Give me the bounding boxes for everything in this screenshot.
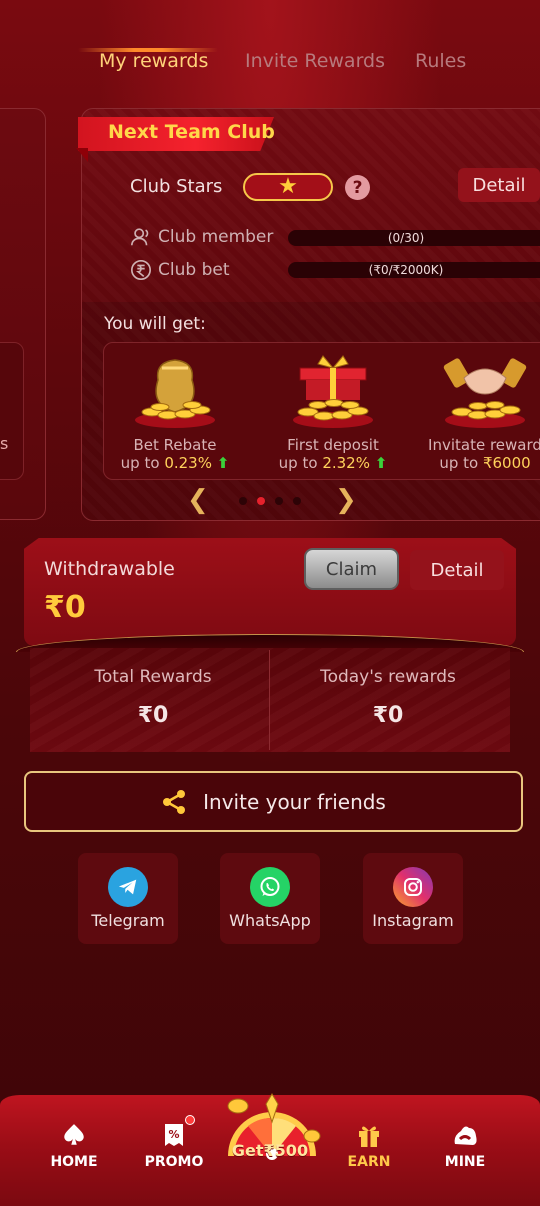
nav-get-bonus-label[interactable]: Get₹500 [222,1141,318,1160]
total-rewards-value: ₹0 [137,703,169,728]
total-rewards-label: Total Rewards [94,667,212,687]
invite-friends-button[interactable]: Invite your friends [24,771,523,832]
share-instagram-button[interactable]: Instagram [363,853,463,944]
gift-coins-icon [293,355,373,428]
nav-home-label: HOME [50,1154,98,1170]
reward-rate-value: 2.32% [322,454,370,472]
reward-rate: up to 2.32% ⬆ [268,454,398,472]
handshake-coins-icon [443,358,527,428]
whatsapp-label: WhatsApp [229,911,311,930]
withdrawable-label: Withdrawable [44,558,175,580]
club-stars-label: Club Stars [130,176,223,197]
instagram-label: Instagram [372,911,454,930]
club-member-progress-text: (0/30) [387,231,425,245]
withdrawable-amount: ₹0 [44,590,86,625]
club-bet-label: Club bet [158,260,230,280]
up-arrow-icon: ⬆ [216,454,230,472]
user-mine-icon [454,1126,477,1145]
pager-dot[interactable] [275,497,283,505]
spade-icon [64,1124,84,1145]
club-stars-badge: ★ [243,173,333,201]
share-whatsapp-button[interactable]: WhatsApp [220,853,320,944]
previous-club-partial-text: s [0,434,9,453]
reward-title: First deposit [287,436,379,454]
whatsapp-icon [250,867,290,907]
nav-mine[interactable]: MINE [425,1120,505,1170]
club-member-row: Club member [130,226,273,248]
coin-bag-icon [135,359,215,428]
pager-dot[interactable] [293,497,301,505]
club-bet-progress: (₹0/₹2000K) [288,262,540,278]
nav-earn[interactable]: EARN [329,1120,409,1170]
tab-invite-rewards[interactable]: Invite Rewards [245,50,385,72]
reward-title: Invitate reward [428,436,540,454]
reward-rate: up to ₹6000 [420,454,540,472]
telegram-icon [108,867,148,907]
nav-promo[interactable]: % PROMO [134,1120,214,1170]
club-member-progress: (0/30) [288,230,540,246]
withdraw-detail-button[interactable]: Detail [410,550,504,590]
reward-item-invite-reward: Invitate reward up to ₹6000 [420,350,540,472]
reward-rate-prefix: up to [278,454,318,472]
share-telegram-button[interactable]: Telegram [78,853,178,944]
reward-title: Bet Rebate [133,436,217,454]
club-bet-progress-text: (₹0/₹2000K) [368,263,444,277]
help-icon[interactable]: ? [345,175,370,200]
reward-rate-prefix: up to [439,454,479,472]
nav-earn-label: EARN [347,1154,391,1170]
reward-rate-value: ₹6000 [482,454,531,472]
pager-dot-active[interactable] [257,497,265,505]
you-will-get-heading: You will get: [104,314,206,334]
active-tab-indicator [78,48,218,52]
person-icon [131,228,149,246]
gift-icon [359,1126,379,1147]
previous-club-reward-strip [0,342,24,480]
reward-rate-prefix: up to [120,454,160,472]
share-icon [163,789,186,814]
rupee-coin-icon [131,260,151,280]
club-bet-row: Club bet [130,259,229,281]
tab-rules[interactable]: Rules [415,50,466,72]
tab-my-rewards[interactable]: My rewards [99,50,208,72]
club-title: Next Team Club [108,121,275,143]
claim-button[interactable]: Claim [304,548,399,590]
todays-rewards-label: Today's rewards [320,667,456,687]
star-icon: ★ [278,174,298,199]
totals-divider [269,650,270,750]
promo-notification-dot [185,1115,195,1125]
rewards-totals-panel [30,648,510,752]
chevron-right-icon[interactable]: ❯ [335,485,357,515]
nav-promo-label: PROMO [144,1154,204,1170]
reward-item-bet-rebate: Bet Rebate up to 0.23% ⬆ [110,350,240,472]
nav-mine-label: MINE [444,1154,486,1170]
todays-rewards-value: ₹0 [372,703,404,728]
pager-dot[interactable] [239,497,247,505]
nav-home[interactable]: HOME [34,1120,114,1170]
svg-text:%: % [168,1128,179,1141]
chevron-left-icon[interactable]: ❮ [187,485,209,515]
up-arrow-icon: ⬆ [374,454,388,472]
club-member-label: Club member [158,227,274,247]
telegram-label: Telegram [91,911,165,930]
instagram-icon [393,867,433,907]
invite-friends-label: Invite your friends [203,789,386,814]
carousel-pager: ❮ ❯ [185,485,357,515]
reward-item-first-deposit: First deposit up to 2.32% ⬆ [268,350,398,472]
reward-rate: up to 0.23% ⬆ [110,454,240,472]
promo-ticket-icon: % [165,1124,183,1146]
reward-rate-value: 0.23% [164,454,212,472]
club-detail-button[interactable]: Detail [458,168,540,202]
